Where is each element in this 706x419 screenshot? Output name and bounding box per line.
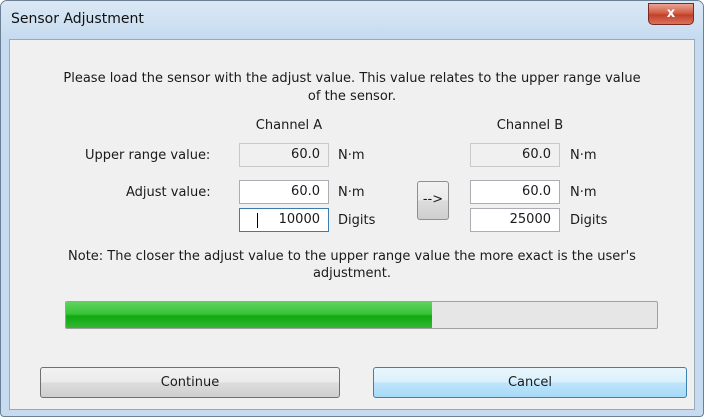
title-bar[interactable]: Sensor Adjustment x: [1, 1, 703, 37]
cancel-button[interactable]: Cancel: [373, 367, 687, 398]
text-cursor: [257, 213, 258, 228]
adjustment-progress-bar: [65, 301, 658, 329]
note-line-1: Note: The closer the adjust value to the…: [68, 249, 636, 264]
upper-range-channel-b-field: 60.0: [470, 143, 560, 167]
instruction-line-1: Please load the sensor with the adjust v…: [63, 71, 641, 86]
upper-range-label: Upper range value:: [85, 148, 211, 163]
adjust-channel-a-field[interactable]: 60.0: [239, 180, 329, 204]
sensor-adjustment-dialog: Sensor Adjustment x Please load the sens…: [0, 0, 704, 417]
digits-channel-b-field[interactable]: 25000: [470, 208, 560, 232]
adjust-channel-a-unit: N·m: [338, 185, 365, 200]
progress-fill: [66, 302, 433, 328]
continue-button[interactable]: Continue: [40, 367, 340, 398]
close-icon[interactable]: x: [648, 3, 694, 25]
upper-range-channel-a-field: 60.0: [239, 143, 329, 167]
channel-a-header: Channel A: [255, 118, 323, 133]
dialog-body: Please load the sensor with the adjust v…: [9, 39, 695, 410]
digits-channel-a-value: 10000: [278, 212, 320, 227]
adjust-channel-b-field[interactable]: 60.0: [470, 180, 560, 204]
upper-range-channel-a-unit: N·m: [338, 148, 365, 163]
channel-b-header: Channel B: [496, 118, 564, 133]
upper-range-channel-b-unit: N·m: [570, 148, 597, 163]
adjust-channel-b-unit: N·m: [570, 185, 597, 200]
digits-channel-a-unit: Digits: [338, 213, 376, 228]
adjust-value-label: Adjust value:: [126, 185, 211, 200]
digits-channel-b-unit: Digits: [570, 213, 608, 228]
window-title: Sensor Adjustment: [11, 11, 144, 27]
copy-to-channel-b-button[interactable]: -->: [417, 181, 449, 220]
instruction-line-2: of the sensor.: [307, 89, 397, 104]
note-line-2: adjustment.: [312, 266, 392, 281]
digits-channel-a-field[interactable]: 10000: [239, 208, 329, 232]
